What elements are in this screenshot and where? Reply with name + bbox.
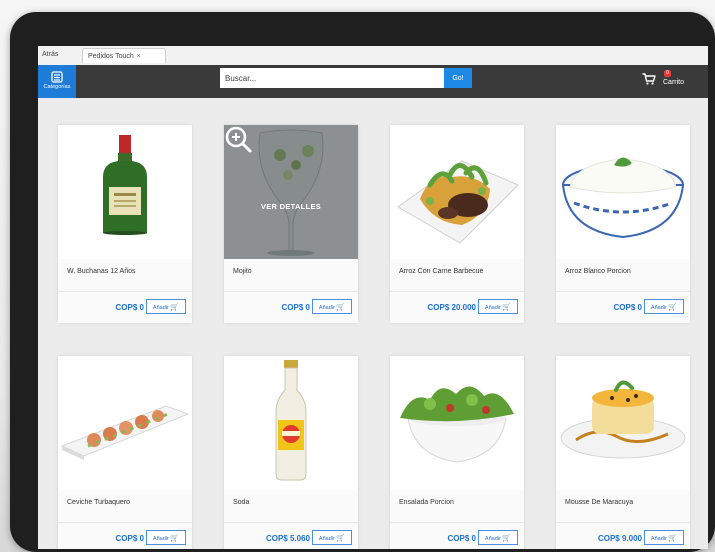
card-divider (58, 522, 192, 523)
cart-icon: 🛒 (170, 303, 180, 311)
cart-icon: 🛒 (336, 303, 346, 311)
product-image[interactable] (390, 356, 524, 490)
product-name: Ensalada Porcion (399, 499, 454, 506)
add-label: Añadir (152, 535, 169, 542)
cart-icon: 🛒 (336, 534, 346, 542)
card-divider (224, 291, 358, 292)
card-divider (556, 522, 690, 523)
add-to-cart-button[interactable]: Añadir 🛒 (312, 530, 352, 545)
top-navbar: Categorías Go! 0 Carrito (38, 65, 708, 98)
product-image[interactable] (390, 125, 524, 259)
product-price: COP$ 9.000 (597, 534, 642, 543)
add-to-cart-button[interactable]: Añadir 🛒 (146, 299, 186, 314)
view-details-label[interactable]: VER DETALLES (224, 202, 358, 211)
card-divider (390, 522, 524, 523)
product-card[interactable]: Mousse De Maracuya COP$ 9.000 Añadir 🛒 (556, 356, 690, 549)
product-card[interactable]: W. Buchanas 12 Años COP$ 0 Añadir 🛒 (58, 125, 192, 323)
zoom-in-icon (225, 126, 252, 153)
product-price: COP$ 0 (115, 534, 144, 543)
add-label: Añadir (650, 304, 667, 311)
back-link[interactable]: Atrás (42, 51, 58, 58)
categories-button[interactable]: Categorías (38, 65, 76, 98)
add-to-cart-button[interactable]: Añadir 🛒 (644, 530, 684, 545)
cart-icon: 🛒 (170, 534, 180, 542)
product-price: COP$ 20.000 (427, 303, 476, 312)
product-name: Mojito (233, 268, 252, 275)
search-input[interactable] (220, 68, 444, 88)
add-label: Añadir (484, 535, 501, 542)
product-price: COP$ 5.060 (265, 534, 310, 543)
list-icon (51, 71, 63, 83)
cart-icon: 🛒 (668, 303, 678, 311)
product-card[interactable]: Ceviche Turbaquero COP$ 0 Añadir 🛒 (58, 356, 192, 549)
product-price: COP$ 0 (115, 303, 144, 312)
add-to-cart-button[interactable]: Añadir 🛒 (312, 299, 352, 314)
product-name: Arroz Con Carne Barbecue (399, 268, 484, 275)
add-label: Añadir (318, 304, 335, 311)
add-to-cart-button[interactable]: Añadir 🛒 (478, 530, 518, 545)
add-to-cart-button[interactable]: Añadir 🛒 (146, 530, 186, 545)
product-image[interactable] (58, 356, 192, 490)
product-card[interactable]: Soda COP$ 5.060 Añadir 🛒 (224, 356, 358, 549)
app-screen: Atrás Pedidos Touch× Categorías Go! (38, 46, 708, 549)
add-label: Añadir (318, 535, 335, 542)
cart-icon (642, 73, 656, 85)
product-price: COP$ 0 (447, 534, 476, 543)
cart-icon: 🛒 (502, 303, 512, 311)
product-grid: W. Buchanas 12 Años COP$ 0 Añadir 🛒 VER … (58, 125, 698, 549)
add-to-cart-button[interactable]: Añadir 🛒 (478, 299, 518, 314)
browser-tab[interactable]: Pedidos Touch × (82, 48, 166, 63)
add-to-cart-button[interactable]: Añadir 🛒 (644, 299, 684, 314)
categories-label: Categorías (43, 84, 71, 90)
cart-count-badge: 0 (664, 70, 671, 77)
product-card[interactable]: Arroz Blanco Porcion COP$ 0 Añadir 🛒 (556, 125, 690, 323)
product-card[interactable]: Arroz Con Carne Barbecue COP$ 20.000 Aña… (390, 125, 524, 323)
tablet-frame: Atrás Pedidos Touch× Categorías Go! (10, 12, 715, 552)
card-divider (556, 291, 690, 292)
product-image[interactable] (58, 125, 192, 259)
product-image[interactable] (556, 356, 690, 490)
cart-button[interactable]: 0 Carrito (642, 70, 702, 93)
cart-icon: 🛒 (668, 534, 678, 542)
cart-icon: 🛒 (502, 534, 512, 542)
product-card[interactable]: Ensalada Porcion COP$ 0 Añadir 🛒 (390, 356, 524, 549)
card-divider (390, 291, 524, 292)
product-card[interactable]: VER DETALLES Mojito COP$ 0 Añadir 🛒 (224, 125, 358, 323)
add-label: Añadir (650, 535, 667, 542)
product-name: Ceviche Turbaquero (67, 499, 131, 506)
add-label: Añadir (152, 304, 169, 311)
tab-close-icon[interactable]: × (137, 53, 141, 60)
browser-tab-strip: Atrás Pedidos Touch × (38, 46, 708, 66)
product-name: Soda (233, 499, 250, 506)
card-divider (58, 291, 192, 292)
product-image[interactable] (556, 125, 690, 259)
product-price: COP$ 0 (281, 303, 310, 312)
product-price: COP$ 0 (613, 303, 642, 312)
product-name: Arroz Blanco Porcion (565, 268, 631, 275)
product-name: W. Buchanas 12 Años (67, 268, 136, 275)
product-name: Mousse De Maracuya (565, 499, 634, 506)
tab-title: Pedidos Touch (88, 53, 134, 60)
product-image[interactable] (224, 356, 358, 490)
product-hover-overlay[interactable]: VER DETALLES (224, 125, 358, 259)
cart-label: Carrito (663, 79, 685, 86)
search-go-button[interactable]: Go! (444, 68, 472, 88)
product-image[interactable]: VER DETALLES (224, 125, 358, 259)
add-label: Añadir (484, 304, 501, 311)
card-divider (224, 522, 358, 523)
